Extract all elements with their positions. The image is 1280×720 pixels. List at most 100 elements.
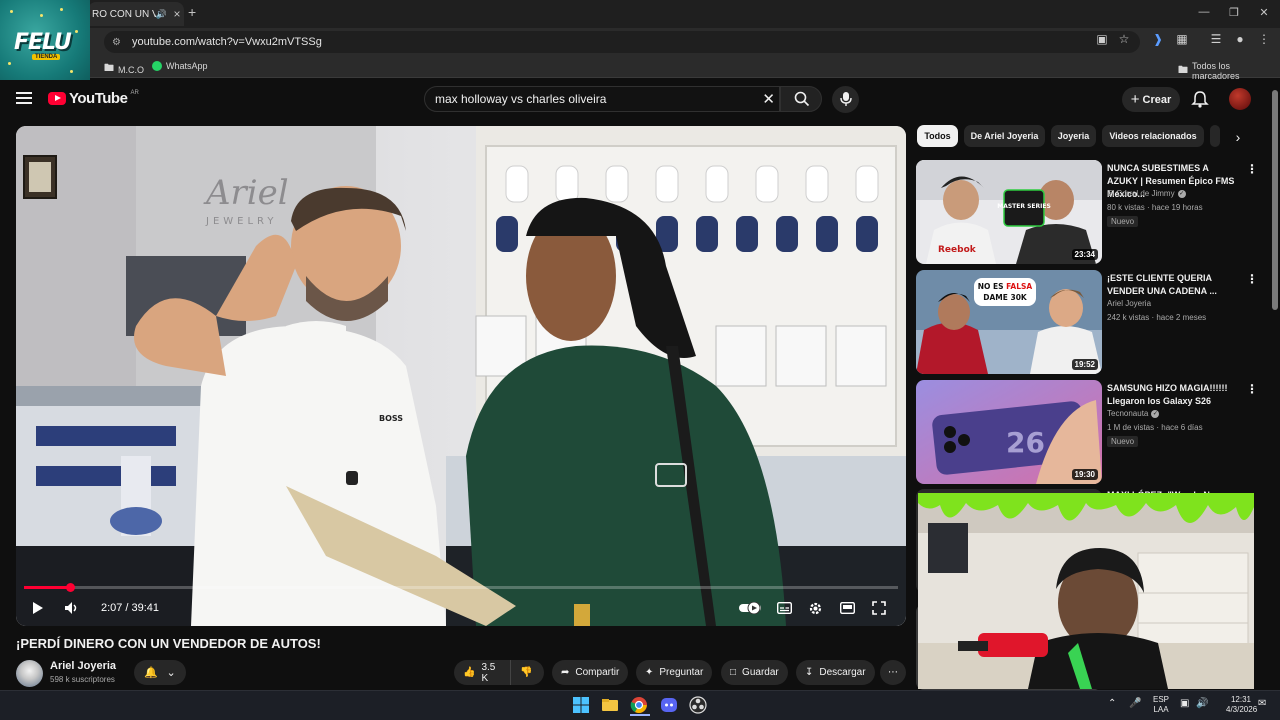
volume-button[interactable] [60,598,84,618]
youtube-logo[interactable]: YouTube AR [48,90,139,107]
more-actions-button[interactable]: ⋯ [880,660,906,685]
menu-dots-icon[interactable]: ⋮ [1256,32,1272,46]
shirt-brand-text: BOSS [379,414,403,423]
thumbs-up-icon: 👍 [463,667,476,678]
page-scrollbar[interactable] [1270,80,1280,690]
video-thumbnail[interactable]: Reebok MASTER SERIES 23:34 [916,160,1102,264]
svg-text:NO ES FALSA: NO ES FALSA [978,282,1033,291]
search-button[interactable] [780,86,822,112]
svg-text:DAME 30K: DAME 30K [983,293,1028,302]
clear-search-icon[interactable]: ✕ [762,90,775,108]
obs-icon[interactable] [689,696,709,716]
minimize-icon[interactable]: — [1196,6,1212,18]
audio-icon[interactable]: 🔊 [156,9,167,20]
video-thumbnail[interactable]: NO ES FALSA DAME 30K 19:52 [916,270,1102,374]
bookmark-whatsapp[interactable]: WhatsApp [152,61,208,71]
chip-videos-relacionados[interactable]: Videos relacionados [1102,125,1204,147]
screen: RO CON UN VE 🔊 × + — ❐ ✕ ⚙ youtube.com/w… [0,0,1280,720]
subtitles-button[interactable] [773,598,795,618]
like-button[interactable]: 👍 3.5 K [454,660,510,685]
recommendation-item[interactable]: Reebok MASTER SERIES 23:34 NUNCA SUBESTI… [916,160,1258,264]
speaker-icon[interactable]: 🔊 [1196,699,1208,709]
dislike-button[interactable]: 👎 [510,660,544,685]
microphone-tray-icon[interactable]: 🎤 [1129,699,1141,709]
microphone-icon [840,92,852,106]
recommendation-title[interactable]: ¡ESTE CLIENTE QUERIA VENDER UNA CADENA .… [1107,272,1241,298]
extension-audio-icon[interactable]: ❱ [1150,32,1166,46]
chip-partial[interactable] [1210,125,1220,147]
chip-todos[interactable]: Todos [917,125,958,147]
recommendation-item[interactable]: 26 19:30 SAMSUNG HIZO MAGIA!!!!!! Llegar… [916,380,1258,484]
felu-tienda-logo: FELU TIENDA [0,0,90,84]
extensions-puzzle-icon[interactable]: ▦ [1174,32,1190,46]
recommendation-meta: 242 k vistas · hace 2 meses [1107,313,1207,322]
voice-search-button[interactable] [832,86,859,113]
more-options-icon[interactable]: ⋮ [1246,162,1258,176]
account-avatar[interactable] [1229,88,1251,110]
channel-name[interactable]: Ariel Joyeria [50,660,116,672]
browser-tab[interactable]: RO CON UN VE 🔊 × [88,2,184,26]
install-app-icon[interactable]: ▣ [1094,32,1110,46]
media-controls-icon[interactable]: ☰ [1208,32,1224,46]
progress-scrubber[interactable] [65,583,75,592]
chrome-icon[interactable] [630,696,650,716]
recommendation-channel[interactable]: El Corral de Jimmy ✓ [1107,189,1186,198]
restore-icon[interactable]: ❐ [1226,6,1242,19]
recommendation-channel[interactable]: Tecnonauta ✓ [1107,409,1160,418]
file-explorer-icon[interactable] [601,696,621,716]
more-options-icon[interactable]: ⋮ [1246,382,1258,396]
chip-joyeria[interactable]: Joyeria [1051,125,1096,147]
clock[interactable]: 12:31 4/3/2026 [1226,695,1257,715]
search-input[interactable]: max holloway vs charles oliveira ✕ [424,86,780,112]
more-options-icon[interactable]: ⋮ [1246,272,1258,286]
new-badge: Nuevo [1107,436,1139,447]
tray-overflow-icon[interactable]: ⌃ [1108,699,1116,709]
fullscreen-button[interactable] [868,598,890,618]
settings-button[interactable] [804,598,826,618]
site-info-icon[interactable]: ⚙ [112,37,126,48]
profile-icon[interactable]: ● [1232,32,1248,46]
address-bar[interactable]: ⚙ youtube.com/watch?v=Vwxu2mVTSSg [104,31,1140,53]
streamer-webcam-overlay [918,493,1254,689]
autoplay-toggle[interactable] [738,598,762,618]
progress-bar[interactable] [24,583,898,592]
bookmark-mco[interactable]: 🖿 M.C.O [104,61,144,78]
recommendation-item[interactable]: NO ES FALSA DAME 30K 19:52 ¡ESTE CLIENTE… [916,270,1258,374]
network-icon[interactable]: ▣ [1180,699,1189,709]
video-player[interactable]: Ariel JEWELRY BOSS 2:07 / 39:41 [16,126,906,626]
windows-start-icon[interactable] [572,696,592,716]
discord-icon[interactable] [660,696,680,716]
language-indicator[interactable]: ESP LAA [1148,695,1174,715]
channel-avatar[interactable] [16,660,43,687]
download-button[interactable]: ↧ Descargar [796,660,875,685]
video-frame: Ariel JEWELRY BOSS [16,126,906,626]
ask-button[interactable]: ✦ Preguntar [636,660,713,685]
save-button[interactable]: □ Guardar [721,660,788,685]
new-tab-icon[interactable]: + [188,4,202,22]
sparkle-icon: ✦ [645,667,654,678]
chip-de-ariel-joyeria[interactable]: De Ariel Joyeria [964,125,1045,147]
close-window-icon[interactable]: ✕ [1256,6,1272,19]
browser-toolbar: ⚙ youtube.com/watch?v=Vwxu2mVTSSg ▣ ☆ ❱ … [0,28,1280,56]
recommendation-channel[interactable]: Ariel Joyeria [1107,299,1151,308]
subscription-bell-button[interactable]: 🔔 ⌄ [134,660,186,685]
recommendation-title[interactable]: SAMSUNG HIZO MAGIA!!!!!! Llegaron los Ga… [1107,382,1241,408]
svg-text:JEWELRY: JEWELRY [205,216,277,227]
notifications-bell-icon[interactable] [1190,89,1210,109]
miniplayer-button[interactable] [836,598,858,618]
video-thumbnail[interactable]: 26 19:30 [916,380,1102,484]
recommendation-meta: 80 k vistas · hace 19 horas [1107,203,1203,212]
all-bookmarks[interactable]: 🖿 Todos los marcadores [1178,61,1280,81]
bookmark-star-icon[interactable]: ☆ [1116,32,1132,46]
create-button[interactable]: + Crear [1122,87,1180,112]
chevron-right-icon[interactable]: › [1228,129,1248,149]
play-button[interactable] [26,598,50,618]
notification-center-icon[interactable]: ✉ [1258,699,1266,709]
folder-icon: 🖿 [1178,64,1188,76]
scrollbar-thumb[interactable] [1272,90,1278,310]
close-tab-icon[interactable]: × [170,7,184,21]
plus-icon: + [1130,91,1140,108]
bell-icon: 🔔 [144,667,158,679]
hamburger-menu-icon[interactable] [16,92,32,104]
share-button[interactable]: ➦ Compartir [552,660,629,685]
